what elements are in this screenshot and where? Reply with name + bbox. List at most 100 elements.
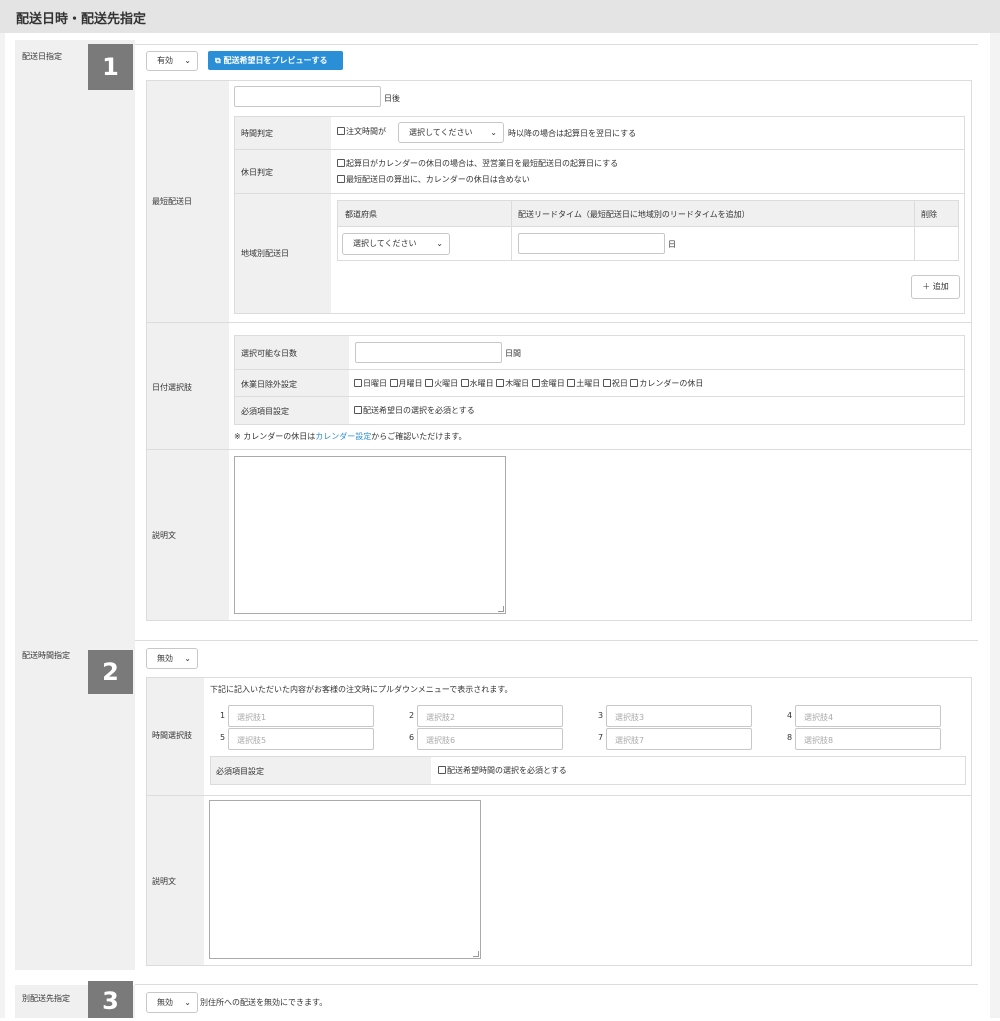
description-label-1: 説明文 — [152, 531, 176, 540]
holiday-exclude-options: 日曜日 月曜日 火曜日 水曜日 木曜日 金曜日 土曜日 祝日 カレンダーの休日 — [354, 378, 703, 389]
weekday-checkbox-tue[interactable]: 火曜日 — [425, 379, 458, 388]
time-judge-label: 時間判定 — [241, 129, 273, 138]
weekday-checkbox-wed[interactable]: 水曜日 — [460, 379, 494, 388]
holiday-judge-checkbox1[interactable] — [337, 159, 345, 167]
option-number: 7 — [598, 733, 604, 742]
date-required-text: 配送希望日の選択を必須とする — [363, 406, 475, 415]
date-required-option[interactable]: 配送希望日の選択を必須とする — [354, 405, 475, 416]
regional-pref-select-value: 選択してください — [353, 239, 417, 248]
holiday-judge-option1[interactable]: 起算日がカレンダーの休日の場合は、翌営業日を最短配送日の起算日にする — [337, 158, 618, 169]
page: 配送日時・配送先指定 配送日指定 1 有効 ⌄ ⧉ 配送希望日をプレビューする … — [0, 0, 1000, 1018]
description-textarea-1[interactable] — [234, 456, 506, 614]
section2-label: 配送時間指定 — [22, 651, 70, 660]
regional-lead-suffix: 日 — [668, 240, 676, 249]
option-number: 1 — [220, 711, 226, 720]
time-judge-checkbox[interactable] — [337, 127, 345, 135]
time-option-input[interactable]: 選択肢5 — [228, 728, 374, 750]
section1-label: 配送日指定 — [22, 52, 62, 61]
page-header: 配送日時・配送先指定 — [0, 0, 1000, 33]
option-number: 3 — [598, 711, 604, 720]
regional-col-lead: 配送リードタイム（最短配送日に地域別のリードタイムを追加） — [518, 210, 750, 219]
date-choice-label: 日付選択肢 — [152, 383, 192, 392]
weekday-checkbox-thu[interactable]: 木曜日 — [496, 379, 529, 388]
holiday-judge-option2[interactable]: 最短配送日の算出に、カレンダーの休日は含めない — [337, 174, 530, 185]
time-option-input[interactable]: 選択肢6 — [417, 728, 563, 750]
section1-top-divider — [135, 44, 978, 45]
shortest-settings-label-col — [235, 117, 331, 313]
calendar-note: ※ カレンダーの休日はカレンダー設定からご確認いただけます。 — [234, 432, 467, 441]
time-judge-select[interactable]: 選択してください ⌄ — [398, 122, 504, 143]
weekday-checkbox-sun[interactable]: 日曜日 — [354, 379, 387, 388]
section1-status-select[interactable]: 有効 ⌄ — [146, 51, 198, 71]
external-link-icon: ⧉ — [215, 56, 221, 65]
holiday-judge-option2-text: 最短配送日の算出に、カレンダーの休日は含めない — [346, 175, 530, 184]
selectable-days-input[interactable] — [355, 342, 502, 363]
section1-number-badge: 1 — [88, 44, 133, 90]
shortest-days-input[interactable] — [234, 86, 381, 107]
holiday-exclude-label: 休業日除外設定 — [241, 380, 297, 389]
time-required-checkbox[interactable] — [438, 766, 446, 774]
weekday-checkbox-holiday[interactable]: 祝日 — [602, 379, 628, 388]
selectable-days-suffix: 日間 — [505, 349, 521, 358]
chevron-down-icon: ⌄ — [184, 654, 191, 663]
section1-status-value: 有効 — [157, 56, 173, 65]
option-number: 5 — [220, 733, 226, 742]
section2-status-select[interactable]: 無効 ⌄ — [146, 648, 198, 669]
resize-handle-icon[interactable] — [498, 606, 504, 612]
option-number: 6 — [409, 733, 415, 742]
option-number: 4 — [787, 711, 793, 720]
shortest-days-suffix: 日後 — [384, 94, 400, 103]
time-option-input[interactable]: 選択肢1 — [228, 705, 374, 727]
row-divider — [235, 396, 964, 397]
section3-number-badge: 3 — [88, 981, 133, 1018]
regional-header-divider — [338, 226, 958, 227]
time-required-text: 配送希望時間の選択を必須とする — [447, 766, 567, 775]
chevron-down-icon: ⌄ — [184, 56, 191, 65]
time-judge-suffix: 時以降の場合は起算日を翌日にする — [508, 129, 637, 138]
row-divider — [235, 149, 964, 150]
holiday-judge-checkbox2[interactable] — [337, 175, 345, 183]
preview-button[interactable]: ⧉ 配送希望日をプレビューする — [208, 51, 343, 70]
section3-note: 別住所への配送を無効にできます。 — [200, 998, 328, 1007]
holiday-judge-option1-text: 起算日がカレンダーの休日の場合は、翌営業日を最短配送日の起算日にする — [346, 159, 619, 168]
regional-lead-input[interactable] — [518, 233, 665, 254]
calendar-settings-link[interactable]: カレンダー設定 — [315, 432, 371, 441]
time-option-input[interactable]: 選択肢2 — [417, 705, 563, 727]
regional-col-pref: 都道府県 — [345, 210, 377, 219]
weekday-checkbox-sat[interactable]: 土曜日 — [567, 379, 600, 388]
resize-handle-icon[interactable] — [473, 951, 479, 957]
time-option-input[interactable]: 選択肢3 — [606, 705, 752, 727]
regional-pref-select[interactable]: 選択してください ⌄ — [342, 233, 450, 255]
date-required-checkbox[interactable] — [354, 406, 362, 414]
holiday-judge-label: 休日判定 — [241, 168, 273, 177]
selectable-days-label: 選択可能な日数 — [241, 349, 297, 358]
section3-top-divider — [135, 984, 978, 985]
preview-button-label: 配送希望日をプレビューする — [223, 56, 328, 65]
time-option-input[interactable]: 選択肢4 — [795, 705, 941, 727]
col-divider — [914, 201, 915, 260]
weekday-checkbox-calendar[interactable]: カレンダーの休日 — [630, 379, 703, 388]
description-textarea-2[interactable] — [209, 800, 481, 959]
section3-status-value: 無効 — [157, 998, 173, 1007]
regional-col-delete: 削除 — [921, 210, 937, 219]
section2-status-value: 無効 — [157, 654, 173, 663]
section3-label: 別配送先指定 — [22, 994, 70, 1003]
shortest-date-label: 最短配送日 — [152, 197, 192, 206]
time-required-option[interactable]: 配送希望時間の選択を必須とする — [438, 765, 567, 776]
section1-sidebar — [15, 40, 135, 640]
weekday-checkbox-fri[interactable]: 金曜日 — [531, 379, 565, 388]
regional-add-button[interactable]: ＋ 追加 — [911, 275, 960, 299]
section2-number-badge: 2 — [88, 650, 133, 694]
time-choice-intro: 下記に記入いただいた内容がお客様の注文時にプルダウンメニューで表示されます。 — [210, 685, 513, 694]
row-divider — [235, 193, 964, 194]
chevron-down-icon: ⌄ — [184, 998, 191, 1007]
time-option-input[interactable]: 選択肢8 — [795, 728, 941, 750]
time-required-label: 必須項目設定 — [216, 767, 264, 776]
time-judge-checkbox-row[interactable]: 注文時間が — [337, 126, 386, 137]
row-divider — [235, 369, 964, 370]
date-required-label: 必須項目設定 — [241, 407, 289, 416]
section2-top-divider — [135, 640, 978, 641]
weekday-checkbox-mon[interactable]: 月曜日 — [389, 379, 423, 388]
section3-status-select[interactable]: 無効 ⌄ — [146, 992, 198, 1013]
time-option-input[interactable]: 選択肢7 — [606, 728, 752, 750]
